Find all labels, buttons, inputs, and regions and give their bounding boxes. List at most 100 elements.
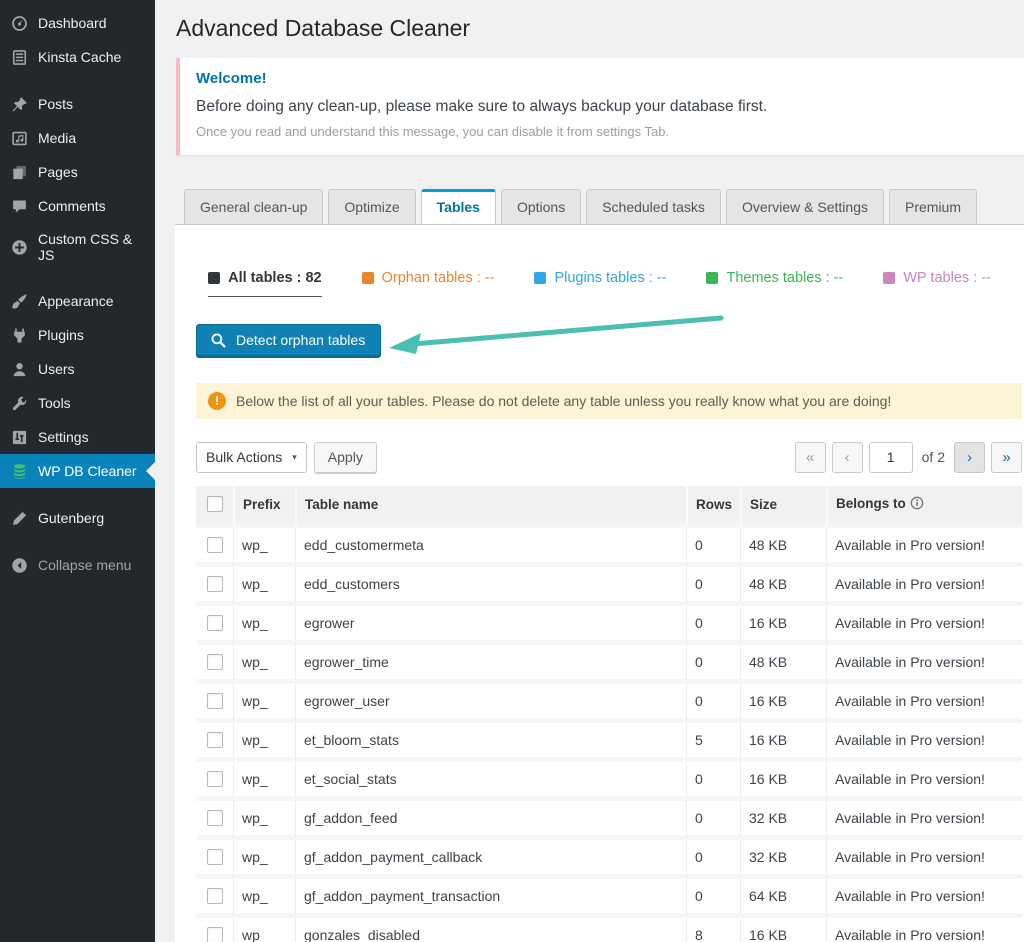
sidebar-item-collapse-menu[interactable]: Collapse menu bbox=[0, 548, 155, 582]
cell-rows: 0 bbox=[686, 606, 740, 645]
table-row-egrower_time: wp_egrower_time048 KBAvailable in Pro ve… bbox=[196, 645, 1022, 684]
apply-button[interactable]: Apply bbox=[314, 442, 377, 473]
sidebar-item-posts[interactable]: Posts bbox=[0, 87, 155, 121]
row-checkbox[interactable] bbox=[207, 810, 223, 826]
filter-orphan-tables[interactable]: Orphan tables : -- bbox=[362, 270, 495, 286]
sidebar-item-appearance[interactable]: Appearance bbox=[0, 284, 155, 318]
cell-size: 16 KB bbox=[740, 762, 826, 801]
sidebar-item-plugins[interactable]: Plugins bbox=[0, 318, 155, 352]
current-page-input[interactable] bbox=[869, 442, 913, 473]
prev-page-button[interactable]: ‹ bbox=[832, 442, 863, 473]
sidebar-item-label: Users bbox=[38, 361, 75, 377]
sidebar-item-tools[interactable]: Tools bbox=[0, 386, 155, 420]
user-icon bbox=[10, 360, 28, 378]
sidebar-item-label: Posts bbox=[38, 96, 73, 112]
tab-premium[interactable]: Premium bbox=[889, 189, 977, 225]
table-row-egrower_user: wp_egrower_user016 KBAvailable in Pro ve… bbox=[196, 684, 1022, 723]
filter-all-tables[interactable]: All tables : 82 bbox=[208, 270, 321, 297]
cell-rows: 0 bbox=[686, 684, 740, 723]
tab-overview-settings[interactable]: Overview & Settings bbox=[726, 189, 884, 225]
filter-label: WP tables : -- bbox=[903, 270, 991, 286]
collapse-icon bbox=[10, 556, 28, 574]
detect-orphan-tables-button[interactable]: Detect orphan tables bbox=[196, 324, 381, 358]
filter-label: Plugins tables : -- bbox=[554, 270, 666, 286]
comment-icon bbox=[10, 197, 28, 215]
row-checkbox[interactable] bbox=[207, 849, 223, 865]
sidebar-item-dashboard[interactable]: Dashboard bbox=[0, 6, 155, 40]
search-icon bbox=[210, 332, 227, 349]
last-page-button[interactable]: » bbox=[991, 442, 1022, 473]
sidebar-item-gutenberg[interactable]: Gutenberg bbox=[0, 501, 155, 535]
cell-belongs-to: Available in Pro version! bbox=[826, 528, 1022, 567]
table-row-gf_addon_feed: wp_gf_addon_feed032 KBAvailable in Pro v… bbox=[196, 801, 1022, 840]
database-icon bbox=[10, 462, 28, 480]
cell-size: 64 KB bbox=[740, 879, 826, 918]
tab-options[interactable]: Options bbox=[501, 189, 581, 225]
cell-table-name: gf_addon_payment_transaction bbox=[295, 879, 686, 918]
filter-plugins-tables[interactable]: Plugins tables : -- bbox=[534, 270, 666, 286]
filter-label: Themes tables : -- bbox=[726, 270, 843, 286]
row-checkbox[interactable] bbox=[207, 771, 223, 787]
page-title: Advanced Database Cleaner bbox=[155, 0, 1024, 44]
sidebar-item-settings[interactable]: Settings bbox=[0, 420, 155, 454]
bulk-actions-select[interactable]: Bulk Actions ▾ bbox=[196, 442, 307, 473]
cell-belongs-to: Available in Pro version! bbox=[826, 762, 1022, 801]
table-row-et_social_stats: wp_et_social_stats016 KBAvailable in Pro… bbox=[196, 762, 1022, 801]
select-all-checkbox[interactable] bbox=[207, 496, 223, 512]
sidebar-item-label: Media bbox=[38, 130, 76, 146]
cell-belongs-to: Available in Pro version! bbox=[826, 723, 1022, 762]
cell-size: 16 KB bbox=[740, 606, 826, 645]
sidebar-item-kinsta-cache[interactable]: Kinsta Cache bbox=[0, 40, 155, 74]
sidebar-item-wp-db-cleaner[interactable]: WP DB Cleaner bbox=[0, 454, 155, 488]
sidebar-item-label: Plugins bbox=[38, 327, 84, 343]
sidebar-item-label: Settings bbox=[38, 429, 89, 445]
cell-belongs-to: Available in Pro version! bbox=[826, 684, 1022, 723]
cell-prefix: wp_ bbox=[233, 723, 295, 762]
cell-rows: 8 bbox=[686, 918, 740, 942]
pin-icon bbox=[10, 95, 28, 113]
first-page-button[interactable]: « bbox=[795, 442, 826, 473]
sidebar-item-pages[interactable]: Pages bbox=[0, 155, 155, 189]
sidebar-menu: DashboardKinsta Cache Posts Media PagesComm… bbox=[0, 6, 155, 582]
cell-size: 48 KB bbox=[740, 645, 826, 684]
sidebar-item-media[interactable]: Media bbox=[0, 121, 155, 155]
cache-icon bbox=[10, 48, 28, 66]
cell-table-name: et_social_stats bbox=[295, 762, 686, 801]
cell-size: 16 KB bbox=[740, 723, 826, 762]
tab-general-clean-up[interactable]: General clean-up bbox=[184, 189, 323, 225]
sidebar-item-custom-css-js[interactable]: Custom CSS & JS bbox=[0, 223, 155, 271]
plus-circle-icon bbox=[10, 238, 28, 256]
tab-optimize[interactable]: Optimize bbox=[328, 189, 415, 225]
cell-rows: 0 bbox=[686, 879, 740, 918]
sidebar-item-label: Appearance bbox=[38, 293, 114, 309]
cell-belongs-to: Available in Pro version! bbox=[826, 606, 1022, 645]
row-checkbox[interactable] bbox=[207, 888, 223, 904]
tab-tables[interactable]: Tables bbox=[421, 189, 496, 225]
total-pages-label: of 2 bbox=[919, 449, 948, 465]
row-checkbox[interactable] bbox=[207, 927, 223, 942]
row-checkbox[interactable] bbox=[207, 693, 223, 709]
annotation-arrow-icon bbox=[383, 311, 728, 360]
cell-rows: 0 bbox=[686, 840, 740, 879]
sidebar-item-comments[interactable]: Comments bbox=[0, 189, 155, 223]
sidebar-item-users[interactable]: Users bbox=[0, 352, 155, 386]
detect-button-label: Detect orphan tables bbox=[236, 332, 365, 348]
cell-table-name: et_bloom_stats bbox=[295, 723, 686, 762]
row-checkbox[interactable] bbox=[207, 615, 223, 631]
filter-wp-tables[interactable]: WP tables : -- bbox=[883, 270, 991, 286]
row-checkbox[interactable] bbox=[207, 576, 223, 592]
row-checkbox[interactable] bbox=[207, 654, 223, 670]
table-row-et_bloom_stats: wp_et_bloom_stats516 KBAvailable in Pro … bbox=[196, 723, 1022, 762]
tab-scheduled-tasks[interactable]: Scheduled tasks bbox=[586, 189, 721, 225]
sidebar-separator bbox=[0, 535, 155, 548]
row-checkbox[interactable] bbox=[207, 732, 223, 748]
filter-themes-tables[interactable]: Themes tables : -- bbox=[706, 270, 843, 286]
row-checkbox[interactable] bbox=[207, 537, 223, 553]
next-page-button[interactable]: › bbox=[954, 442, 985, 473]
filter-color-square-icon bbox=[362, 272, 374, 284]
warning-text: Below the list of all your tables. Pleas… bbox=[236, 393, 891, 409]
admin-sidebar: DashboardKinsta Cache Posts Media PagesComm… bbox=[0, 0, 155, 942]
header-prefix: Prefix bbox=[233, 486, 295, 528]
caret-down-icon: ▾ bbox=[292, 452, 297, 463]
main-content: Advanced Database Cleaner Welcome! Befor… bbox=[155, 0, 1024, 942]
